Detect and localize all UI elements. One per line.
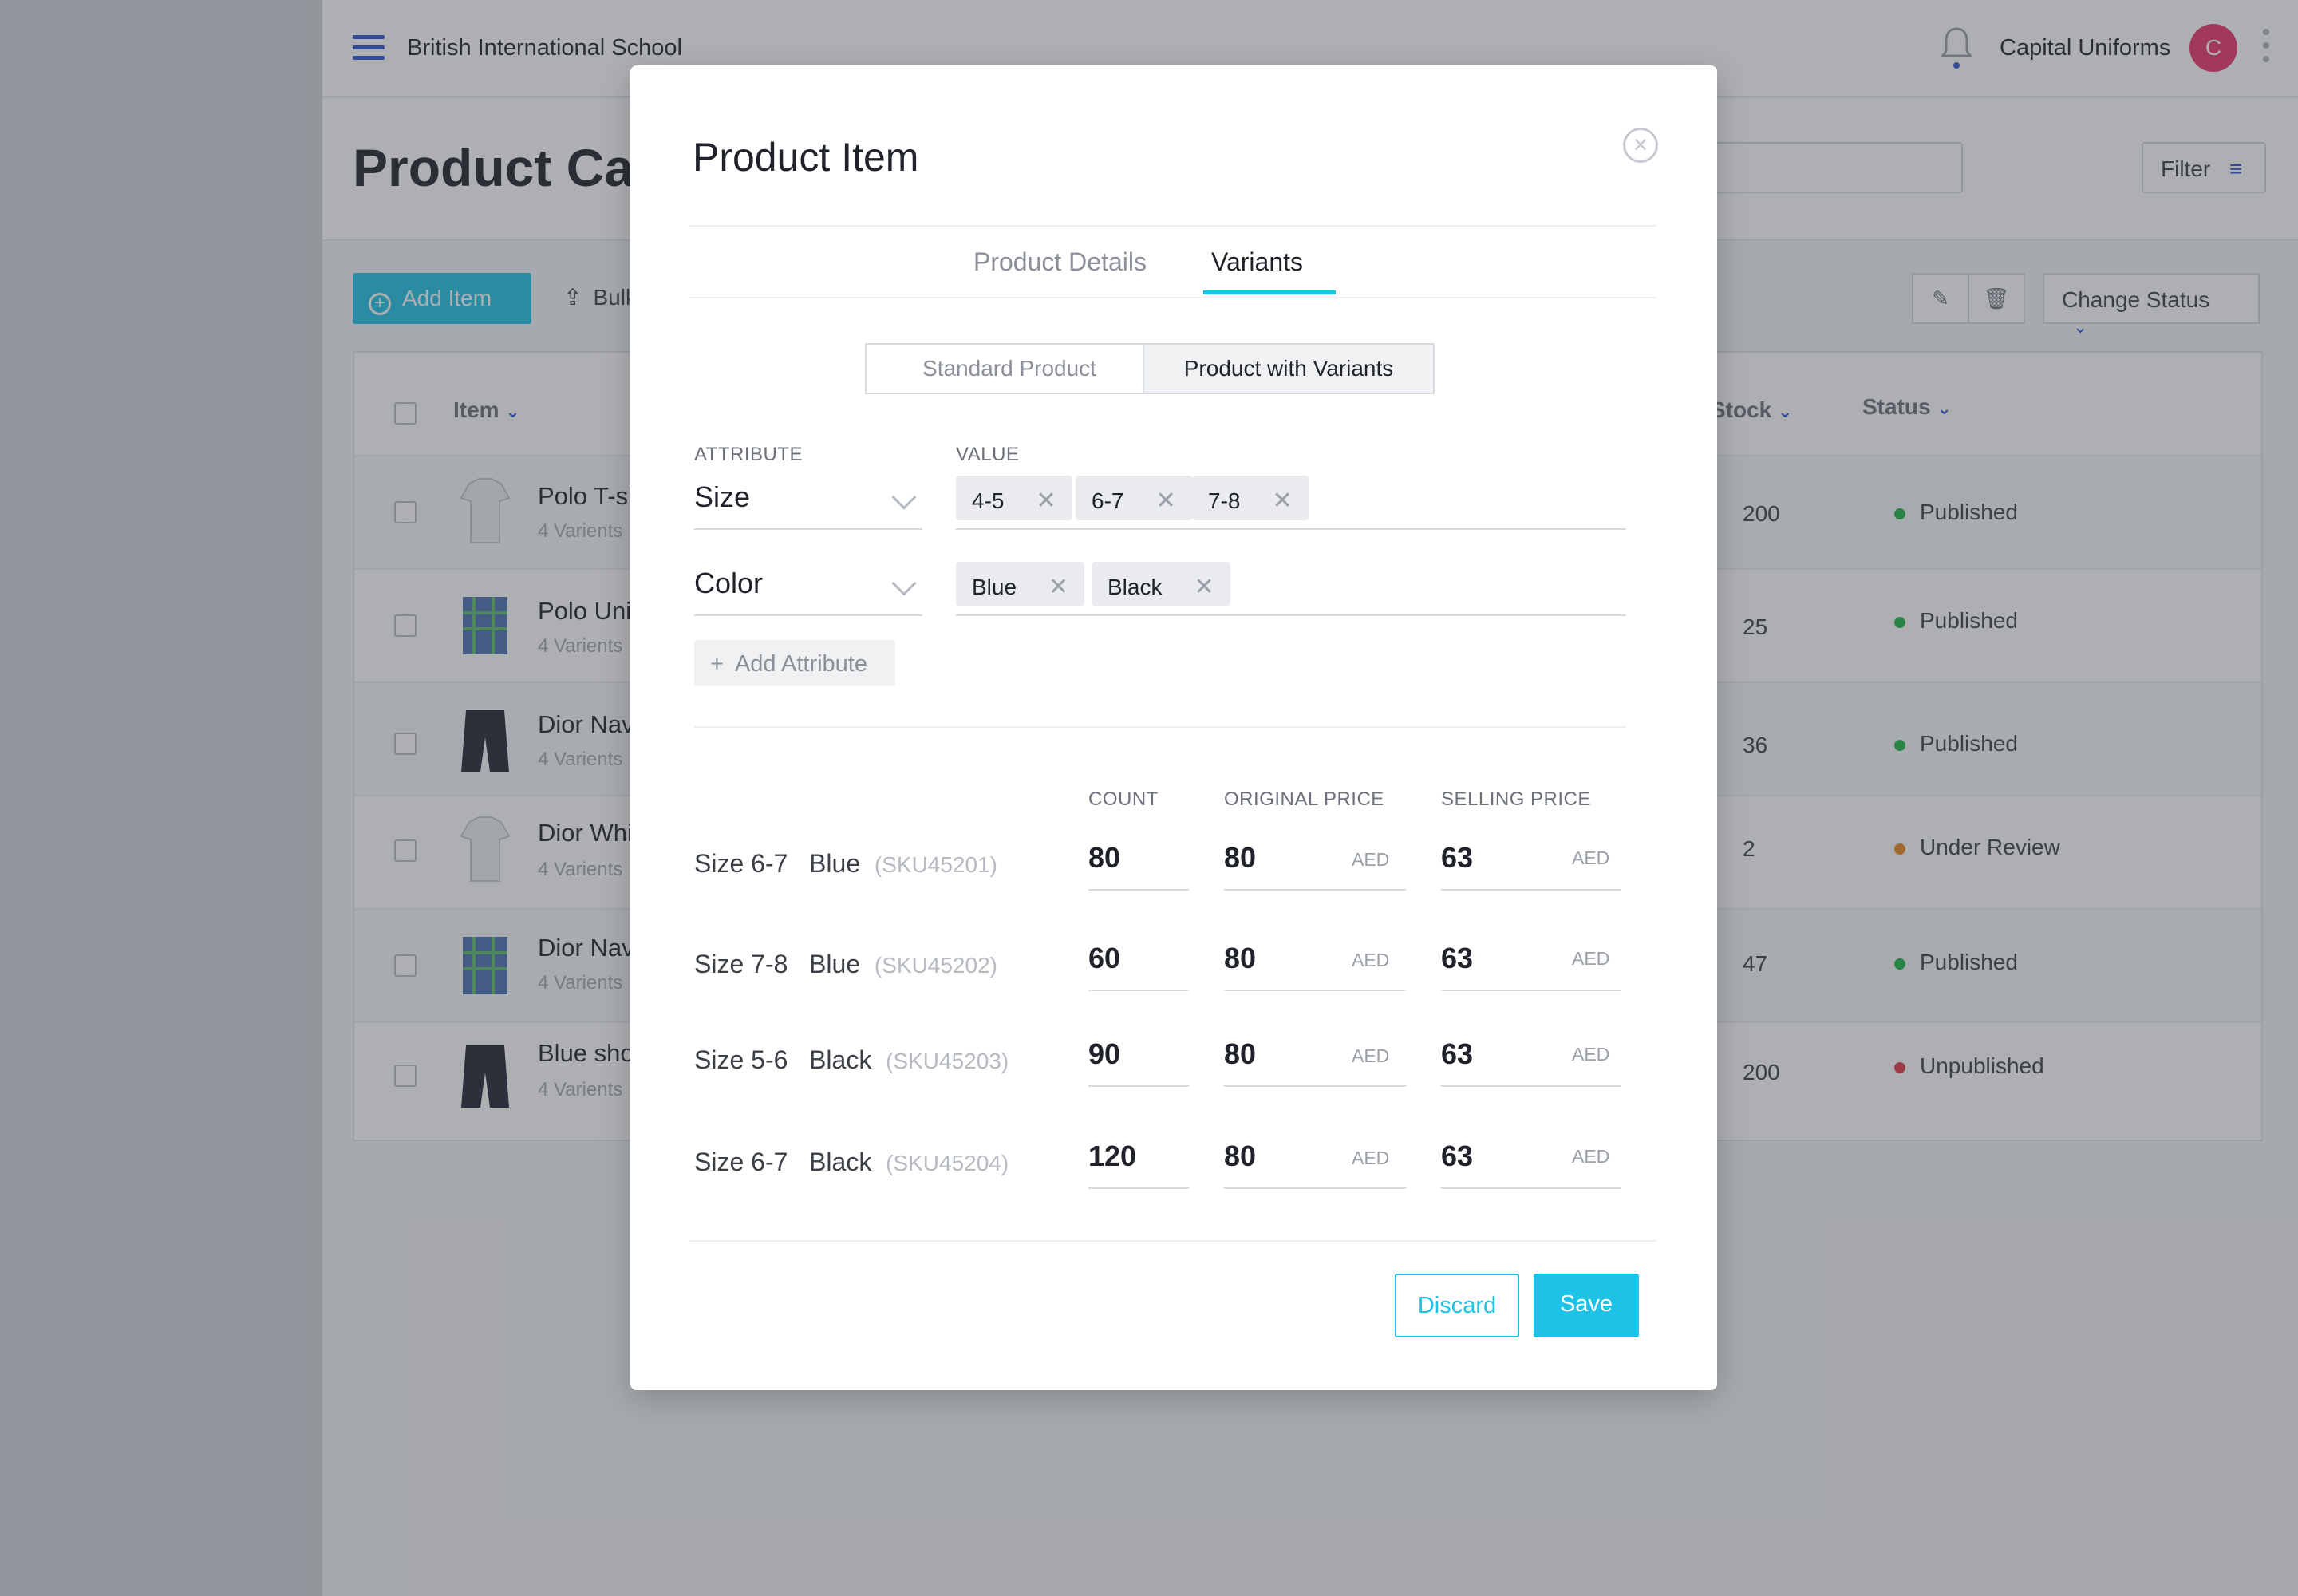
value-chip: Black ✕ — [1092, 562, 1230, 606]
count-field[interactable]: 120 — [1088, 1140, 1136, 1173]
field-underline — [1441, 1187, 1621, 1189]
segment-standard-product[interactable]: Standard Product — [865, 343, 1152, 394]
tab-variants[interactable]: Variants — [1211, 247, 1303, 277]
selling-price-field[interactable]: 63 — [1441, 841, 1473, 875]
currency-label: AED — [1572, 847, 1610, 868]
attribute-name: Color — [694, 567, 764, 599]
column-selling-price: SELLING PRICE — [1441, 788, 1591, 810]
variant-name: Size 5-6 Black (SKU45203) — [694, 1045, 1009, 1074]
modal-title: Product Item — [693, 135, 919, 180]
add-attribute-button[interactable]: + Add Attribute — [694, 640, 895, 686]
attribute-name: Size — [694, 480, 751, 513]
segment-product-with-variants[interactable]: Product with Variants — [1143, 343, 1435, 394]
field-underline — [1224, 1085, 1406, 1087]
chevron-down-icon — [891, 571, 917, 596]
value-chip: 6-7 ✕ — [1076, 476, 1192, 520]
currency-label: AED — [1352, 849, 1390, 870]
original-price-field[interactable]: 80 — [1224, 841, 1256, 875]
count-field[interactable]: 80 — [1088, 841, 1120, 875]
remove-chip-icon[interactable]: ✕ — [1155, 488, 1175, 514]
original-price-field[interactable]: 80 — [1224, 942, 1256, 975]
field-underline — [1441, 889, 1621, 891]
variant-name: Size 6-7 Black (SKU45204) — [694, 1148, 1009, 1176]
field-underline — [1088, 1085, 1189, 1087]
close-icon[interactable]: × — [1623, 128, 1658, 163]
remove-chip-icon[interactable]: ✕ — [1048, 574, 1068, 600]
plus-icon: + — [710, 651, 724, 677]
selling-price-field[interactable]: 63 — [1441, 1037, 1473, 1071]
currency-label: AED — [1572, 948, 1610, 969]
value-label: VALUE — [956, 444, 1020, 465]
variant-name: Size 6-7 Blue (SKU45201) — [694, 849, 997, 878]
field-underline — [1441, 1085, 1621, 1087]
field-underline — [1088, 1187, 1189, 1189]
currency-label: AED — [1572, 1146, 1610, 1167]
column-original-price: ORIGINAL PRICE — [1224, 788, 1384, 810]
currency-label: AED — [1572, 1044, 1610, 1065]
original-price-field[interactable]: 80 — [1224, 1140, 1256, 1173]
remove-chip-icon[interactable]: ✕ — [1036, 488, 1056, 514]
value-chip: 7-8 ✕ — [1192, 476, 1309, 520]
value-underline — [956, 614, 1626, 616]
value-underline — [956, 528, 1626, 530]
selling-price-field[interactable]: 63 — [1441, 942, 1473, 975]
field-underline — [1088, 990, 1189, 991]
field-underline — [1224, 1187, 1406, 1189]
original-price-field[interactable]: 80 — [1224, 1037, 1256, 1071]
count-field[interactable]: 90 — [1088, 1037, 1120, 1071]
chevron-down-icon — [891, 484, 917, 510]
attribute-underline — [694, 528, 922, 530]
currency-label: AED — [1352, 950, 1390, 970]
remove-chip-icon[interactable]: ✕ — [1272, 488, 1292, 514]
currency-label: AED — [1352, 1045, 1390, 1066]
field-underline — [1224, 990, 1406, 991]
field-underline — [1441, 990, 1621, 991]
value-chip: Blue ✕ — [956, 562, 1085, 606]
attribute-label: ATTRIBUTE — [694, 444, 804, 465]
divider — [689, 1240, 1656, 1242]
divider — [689, 297, 1656, 298]
field-underline — [1224, 889, 1406, 891]
value-chip: 4-5 ✕ — [956, 476, 1072, 520]
discard-button[interactable]: Discard — [1395, 1274, 1519, 1337]
attribute-underline — [694, 614, 922, 616]
selling-price-field[interactable]: 63 — [1441, 1140, 1473, 1173]
product-item-modal: Product Item × Product Details Variants … — [630, 65, 1717, 1390]
field-underline — [1088, 889, 1189, 891]
tab-product-details[interactable]: Product Details — [973, 247, 1147, 277]
remove-chip-icon[interactable]: ✕ — [1194, 574, 1214, 600]
divider — [689, 225, 1656, 227]
count-field[interactable]: 60 — [1088, 942, 1120, 975]
variant-name: Size 7-8 Blue (SKU45202) — [694, 950, 997, 978]
divider — [694, 726, 1626, 728]
currency-label: AED — [1352, 1148, 1390, 1168]
active-tab-indicator — [1203, 290, 1336, 294]
column-count: COUNT — [1088, 788, 1159, 810]
save-button[interactable]: Save — [1534, 1274, 1639, 1337]
